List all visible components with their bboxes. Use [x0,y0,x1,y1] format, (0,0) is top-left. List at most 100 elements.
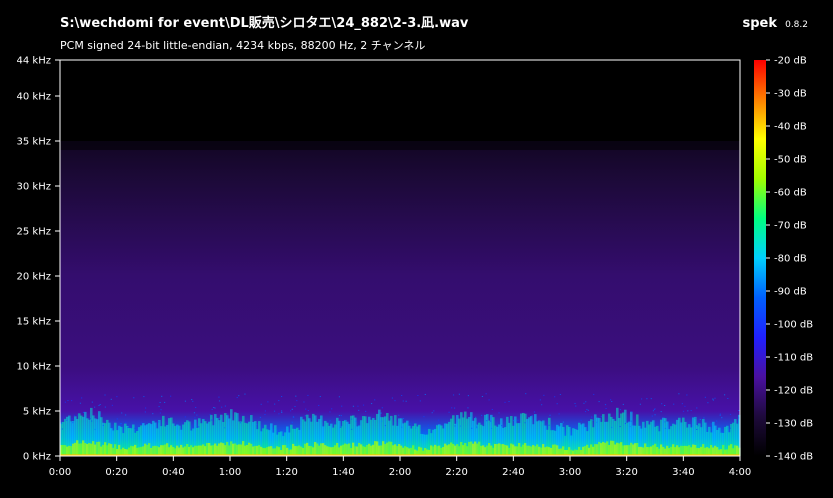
harmonic-speck [491,408,493,410]
harmonic-speck [195,406,197,408]
harmonic-speck [291,421,293,423]
harmonic-speck [699,418,701,420]
harmonic-speck [504,401,506,403]
harmonic-speck [686,394,688,396]
harmonic-speck [89,418,91,420]
harmonic-speck [525,415,527,417]
harmonic-speck [192,400,194,402]
harmonic-speck [660,411,662,413]
harmonic-speck [458,393,461,395]
harmonic-speck [500,425,503,427]
harmonic-speck [71,418,73,420]
db-tick-label: -130 dB [774,419,813,430]
harmonic-speck [365,410,367,412]
harmonic-speck [278,400,280,402]
harmonic-speck [690,410,692,412]
harmonic-speck [193,412,196,414]
db-tick-label: -120 dB [774,386,813,397]
harmonic-speck [423,416,425,418]
harmonic-speck [471,427,473,429]
db-tick-label: -50 dB [774,155,807,166]
harmonic-speck [244,393,246,395]
harmonic-speck [687,410,689,412]
harmonic-speck [605,407,607,409]
harmonic-speck [574,402,576,404]
harmonic-speck [318,404,320,406]
harmonic-speck [304,415,306,417]
harmonic-speck [116,396,118,398]
harmonic-speck [453,407,456,409]
harmonic-speck [119,423,121,425]
harmonic-speck [508,401,510,403]
harmonic-speck [159,412,162,414]
harmonic-speck [236,397,238,399]
harmonic-speck [133,397,135,399]
harmonic-speck [622,403,624,405]
harmonic-speck [596,421,598,423]
harmonic-speck [81,397,83,399]
harmonic-speck [541,404,543,406]
harmonic-speck [409,422,411,424]
harmonic-speck [405,400,407,402]
harmonic-speck [362,404,365,406]
harmonic-speck [60,422,62,424]
harmonic-speck [184,416,186,418]
x-tick-label: 3:20 [615,467,637,478]
harmonic-speck [338,396,341,398]
harmonic-speck [629,426,631,428]
harmonic-speck [305,408,307,410]
db-tick-label: -110 dB [774,353,813,364]
harmonic-speck [488,399,490,401]
harmonic-speck [295,395,297,397]
db-tick-label: -90 dB [774,287,807,298]
harmonic-speck [293,416,295,418]
harmonic-speck [424,393,426,395]
harmonic-speck [604,404,607,406]
harmonic-speck [125,421,127,423]
harmonic-speck [721,417,723,419]
spectrogram-chart: 0:00 0:20 0:40 1:00 1:20 1:40 2:00 2:20 2:40 3:00… [17,56,814,479]
harmonic-speck [218,417,221,419]
harmonic-speck [539,399,541,401]
harmonic-speck [67,400,69,402]
harmonic-speck [531,415,533,417]
harmonic-speck [673,403,675,405]
x-tick-label: 0:20 [105,467,127,478]
harmonic-speck [485,393,487,395]
color-scale-bar [754,60,766,456]
harmonic-speck [352,405,355,407]
db-tick-label: -70 dB [774,221,807,232]
harmonic-speck [640,398,643,400]
harmonic-speck [402,400,404,402]
harmonic-speck [319,396,321,398]
db-tick-label: -60 dB [774,188,807,199]
harmonic-speck [303,401,305,403]
harmonic-speck [684,405,686,407]
harmonic-speck [664,427,667,429]
harmonic-speck [723,394,726,396]
harmonic-speck [384,425,386,427]
spectrum-body [60,141,740,456]
harmonic-speck [273,410,276,412]
x-tick-label: 0:00 [49,467,71,478]
harmonic-speck [340,415,342,417]
harmonic-speck [729,413,732,415]
harmonic-speck [370,403,373,405]
harmonic-speck [707,402,709,404]
harmonic-speck [490,427,493,429]
harmonic-speck [663,404,666,406]
harmonic-speck [141,422,143,424]
harmonic-speck [329,420,331,422]
harmonic-speck [160,409,162,411]
harmonic-speck [541,421,543,423]
harmonic-speck [111,404,113,406]
x-tick-label: 1:40 [332,467,354,478]
harmonic-speck [609,399,612,401]
harmonic-speck [402,418,405,420]
harmonic-speck [99,404,101,406]
harmonic-speck [358,409,360,411]
harmonic-speck [558,413,560,415]
harmonic-speck [738,417,740,419]
harmonic-speck [291,408,293,410]
harmonic-speck [651,415,653,417]
